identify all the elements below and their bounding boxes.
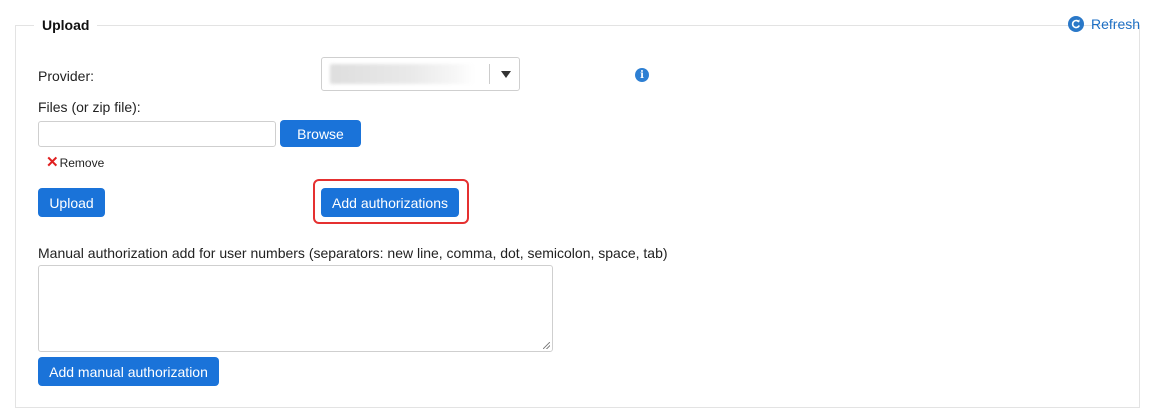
section-title: Upload xyxy=(34,17,98,33)
info-icon[interactable]: i xyxy=(635,68,649,82)
upload-button[interactable]: Upload xyxy=(38,188,105,217)
close-icon: ✕ xyxy=(46,154,59,171)
file-path-input[interactable] xyxy=(38,121,276,147)
browse-button[interactable]: Browse xyxy=(280,120,361,147)
manual-authorization-label: Manual authorization add for user number… xyxy=(38,245,668,261)
remove-label: Remove xyxy=(59,155,105,170)
add-manual-authorization-button[interactable]: Add manual authorization xyxy=(38,357,219,386)
add-authorizations-button[interactable]: Add authorizations xyxy=(321,188,459,217)
refresh-icon xyxy=(1068,16,1084,32)
provider-select[interactable] xyxy=(321,57,520,91)
manual-authorization-textarea[interactable] xyxy=(38,265,553,352)
provider-selected-value xyxy=(330,64,475,84)
chevron-down-icon[interactable] xyxy=(501,71,511,78)
files-label: Files (or zip file): xyxy=(38,99,141,115)
provider-label: Provider: xyxy=(38,68,95,84)
refresh-link[interactable]: Refresh xyxy=(1068,16,1140,32)
refresh-label: Refresh xyxy=(1091,16,1141,32)
select-separator xyxy=(489,64,490,84)
remove-link[interactable]: ✕ Remove xyxy=(46,155,104,170)
resize-handle[interactable] xyxy=(543,342,550,349)
